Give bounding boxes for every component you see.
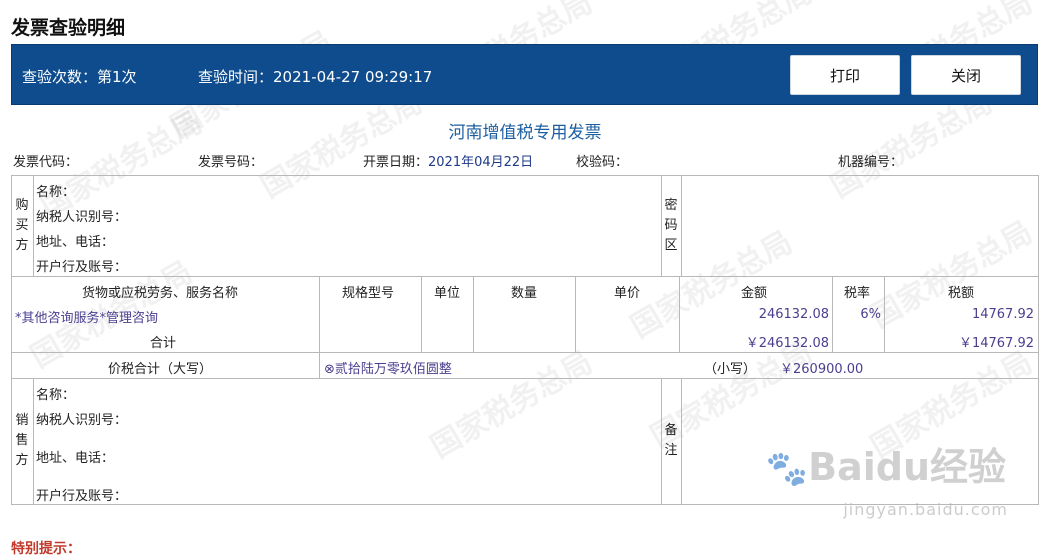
- header-tax: 税额: [948, 286, 975, 301]
- machine-number-label: 机器编号：: [838, 155, 904, 170]
- print-button[interactable]: 打印: [790, 55, 900, 95]
- check-code: 校验码：: [576, 151, 628, 170]
- total-in-words-label: 价税合计（大写）: [108, 362, 213, 377]
- table-row-amount: 246132.08: [758, 307, 829, 322]
- check-time-label: 查验时间：: [198, 68, 274, 86]
- remark-label: 备注: [664, 423, 678, 458]
- total-small-value: ￥260900.00: [780, 362, 864, 377]
- invoice-code: 发票代码：: [13, 151, 78, 170]
- seller-address-label: 地址、电话：: [36, 451, 115, 466]
- buyer-address-label: 地址、电话：: [36, 235, 115, 250]
- buyer-bank-label: 开户行及账号：: [36, 260, 128, 275]
- password-area-label: 密码区: [664, 198, 678, 253]
- header-unit: 单位: [434, 286, 461, 301]
- seller-tax-id-label: 纳税人识别号：: [36, 413, 128, 428]
- page-title: 发票查验明细: [11, 17, 126, 39]
- header-tax-rate: 税率: [844, 286, 871, 301]
- seller-side-label: 销售方: [15, 413, 29, 468]
- header-amount: 金额: [741, 286, 768, 301]
- total-tax: ￥14767.92: [958, 336, 1034, 351]
- check-time: 查验时间：2021-04-27 09:29:17: [198, 66, 432, 87]
- invoice-date-value: 2021年04月22日: [428, 155, 534, 170]
- buyer-tax-id-label: 纳税人识别号：: [36, 210, 128, 225]
- check-count-value: 第1次: [97, 68, 137, 86]
- seller-bank-label: 开户行及账号：: [36, 489, 128, 504]
- header-item-name: 货物或应税劳务、服务名称: [82, 286, 239, 301]
- table-row-tax-rate: 6%: [860, 307, 881, 322]
- invoice-date-label: 开票日期：: [363, 155, 429, 170]
- check-count: 查验次数：第1次: [22, 66, 137, 87]
- buyer-side-label: 购买方: [15, 198, 29, 253]
- info-bar: 查验次数：第1次 查验时间：2021-04-27 09:29:17 打印 关闭: [11, 44, 1038, 105]
- seller-name-label: 名称：: [36, 388, 76, 403]
- buyer-name-label: 名称：: [36, 185, 76, 200]
- baidu-watermark-logo: 🐾Baidu经验: [766, 436, 1006, 491]
- check-code-label: 校验码：: [576, 155, 629, 170]
- invoice-title: 河南增值税专用发票: [448, 123, 602, 143]
- table-row-tax: 14767.92: [971, 307, 1034, 322]
- check-time-value: 2021-04-27 09:29:17: [273, 68, 433, 86]
- baidu-logo-text: Baidu经验: [808, 445, 1006, 489]
- paw-icon: 🐾: [765, 449, 809, 489]
- total-amount: ￥246132.08: [745, 336, 829, 351]
- total-in-words-value: ⊗贰拾陆万零玖佰圆整: [324, 362, 452, 377]
- bottom-note: 特别提示：: [11, 541, 81, 557]
- invoice-number: 发票号码：: [198, 151, 263, 170]
- invoice-code-label: 发票代码：: [13, 155, 79, 170]
- total-small-label: （小写）: [704, 362, 757, 377]
- header-unit-price: 单价: [614, 286, 641, 301]
- close-button[interactable]: 关闭: [911, 55, 1021, 95]
- check-count-label: 查验次数：: [22, 68, 98, 86]
- invoice-date: 开票日期：2021年04月22日: [363, 151, 533, 170]
- total-label: 合计: [150, 336, 177, 351]
- table-row-item-name: *其他咨询服务*管理咨询: [15, 311, 159, 326]
- invoice-number-label: 发票号码：: [198, 155, 264, 170]
- machine-number: 机器编号：: [838, 151, 903, 170]
- header-quantity: 数量: [511, 286, 538, 301]
- header-spec: 规格型号: [342, 286, 395, 301]
- baidu-watermark-url: jingyan.baidu.com: [843, 500, 1008, 519]
